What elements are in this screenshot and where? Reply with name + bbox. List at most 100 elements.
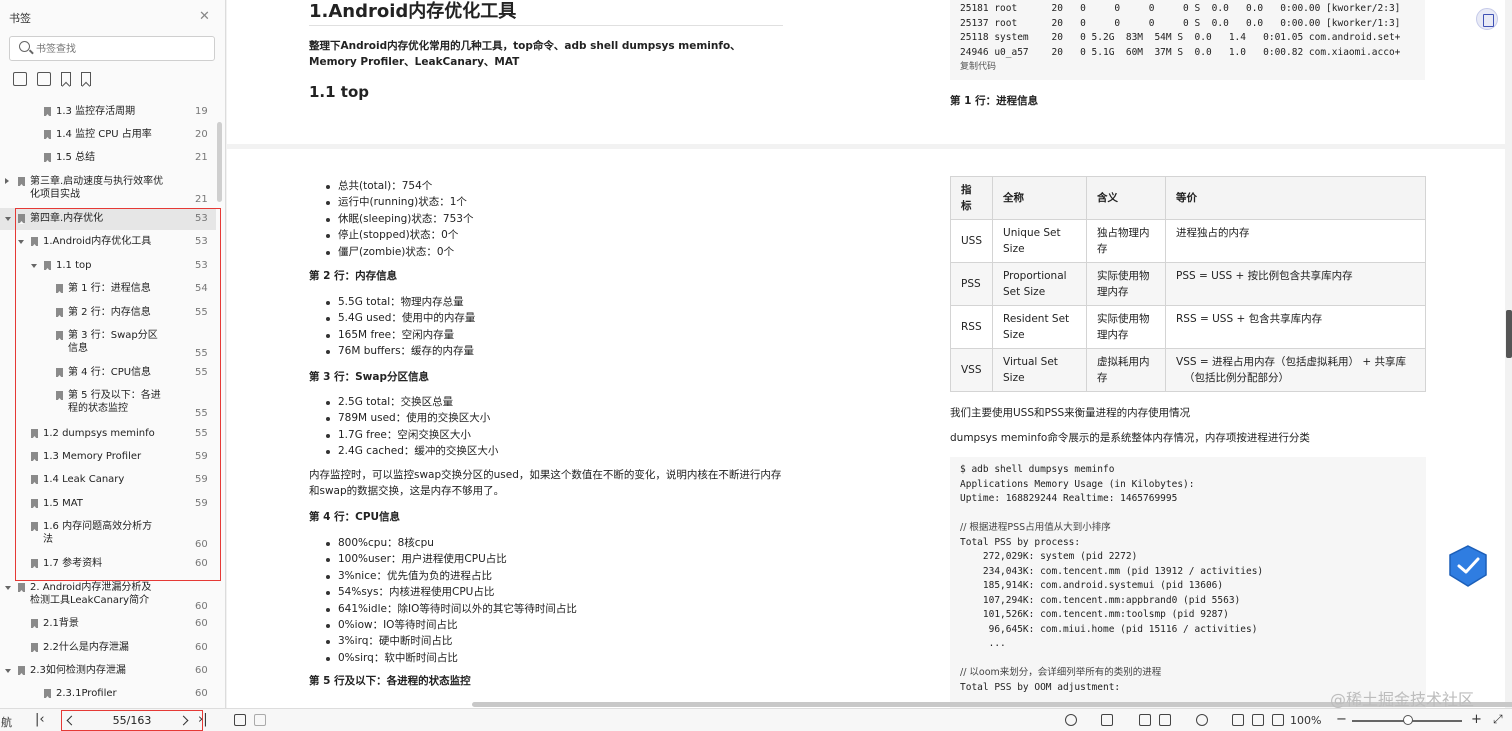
zoom-out-icon[interactable]: − bbox=[1336, 712, 1347, 727]
bookmark-icon bbox=[56, 368, 63, 377]
metric-cell: USS bbox=[949, 219, 994, 263]
play-icon[interactable] bbox=[1196, 714, 1208, 726]
sidebar-scrollbar[interactable] bbox=[217, 122, 222, 202]
row1-heading: 第 1 行：进程信息 bbox=[950, 95, 1039, 107]
toc-page-number: 55 bbox=[195, 428, 208, 439]
toc-page-number: 21 bbox=[195, 152, 208, 163]
bookmark-icon[interactable] bbox=[81, 72, 91, 86]
bookmark-icon bbox=[44, 130, 51, 139]
bookmark-search-input[interactable] bbox=[36, 40, 206, 58]
expand-arrow-icon[interactable] bbox=[5, 669, 11, 673]
list-item: 0%iow：IO等待时间占比 bbox=[324, 617, 577, 633]
list-item: 5.5G total：物理内存总量 bbox=[324, 294, 475, 310]
toc-label: 2.2什么是内存泄漏 bbox=[43, 642, 129, 653]
toc-label: 第 3 行：Swap分区 信息 bbox=[68, 330, 158, 354]
bookmark-icon bbox=[18, 214, 25, 223]
actual-size-icon[interactable] bbox=[1232, 714, 1244, 726]
bookmark-icon bbox=[56, 391, 63, 400]
toc-label: 1.6 内存问题高效分析方法 bbox=[43, 521, 153, 545]
toc-page-number: 53 bbox=[195, 236, 208, 247]
copy-code-link[interactable]: 复制代码 bbox=[960, 60, 1415, 75]
toc-label: 第 2 行：内存信息 bbox=[68, 307, 151, 318]
close-icon[interactable]: ✕ bbox=[199, 9, 210, 24]
status-bar: 航 |‹ ›| 100% − + ⤢ bbox=[0, 708, 1512, 731]
bookmark-search-box[interactable] bbox=[9, 36, 215, 61]
cpu-list: 800%cpu：8核cpu 100%user：用户进程使用CPU占比 3%nice：… bbox=[324, 535, 577, 666]
bookmark-icon bbox=[31, 559, 38, 568]
list-item: 641%idle：除IO等待时间以外的其它等待时间占比 bbox=[324, 601, 577, 617]
note-uss-pss: 我们主要使用USS和PSS来衡量进程的内存使用情况 bbox=[950, 407, 1191, 419]
meaning-cell: 虚拟耗用内存 bbox=[1086, 348, 1167, 392]
toc-page-number: 55 bbox=[195, 348, 208, 359]
toc-page-number: 20 bbox=[195, 129, 208, 140]
toc-label: 1.3 监控存活周期 bbox=[56, 106, 136, 117]
row5-heading: 第 5 行及以下：各进程的状态监控 bbox=[309, 675, 471, 687]
back-icon[interactable] bbox=[234, 714, 246, 726]
code-line: 107,294K: com.tencent.mm:appbrand0 (pid … bbox=[960, 594, 1241, 606]
zoom-slider-thumb[interactable] bbox=[1403, 715, 1413, 725]
bookmark-icon bbox=[18, 666, 25, 675]
metric-cell: RSS bbox=[949, 305, 994, 349]
two-page-icon[interactable] bbox=[1159, 714, 1171, 726]
expand-arrow-icon[interactable] bbox=[18, 240, 24, 244]
swap-note-line: 内存监控时，可以监控swap交换分区的used，如果这个数值在不断的变化，说明内… bbox=[309, 469, 782, 481]
toc-label: 1.7 参考资料 bbox=[43, 558, 103, 569]
expand-arrow-icon[interactable] bbox=[5, 217, 11, 221]
vertical-scrollbar[interactable] bbox=[1506, 310, 1512, 358]
toc-label: 2.3.1Profiler bbox=[56, 688, 117, 699]
collapse-arrow-icon[interactable] bbox=[5, 178, 9, 184]
toc-label: 1.4 监控 CPU 占用率 bbox=[56, 129, 152, 140]
toc-page-number: 60 bbox=[195, 539, 208, 550]
code-line: 234,043K: com.tencent.mm (pid 13912 / ac… bbox=[960, 565, 1264, 577]
table-header: 等价 bbox=[1165, 176, 1426, 220]
code-block-top[interactable]: 25181 root 20 0 0 0 0 S 0.0 0.0 0:00.00 … bbox=[950, 0, 1425, 80]
collapse-all-icon[interactable] bbox=[37, 72, 51, 86]
next-page-icon[interactable] bbox=[178, 715, 189, 726]
rotate-icon[interactable] bbox=[1272, 714, 1284, 726]
expand-arrow-icon[interactable] bbox=[5, 586, 11, 590]
toc-page-number: 53 bbox=[195, 213, 208, 224]
bookmark-icon bbox=[44, 153, 51, 162]
fit-page-icon[interactable] bbox=[1252, 714, 1264, 726]
document-icon[interactable] bbox=[1139, 714, 1151, 726]
equivalent-cell: RSS = USS + 包含共享库内存 bbox=[1165, 305, 1426, 349]
bookmark-icon bbox=[31, 452, 38, 461]
first-page-icon[interactable]: |‹ bbox=[35, 712, 45, 727]
toc-page-number: 21 bbox=[195, 194, 208, 205]
reader-mode-icon[interactable] bbox=[1476, 8, 1498, 30]
toc-page-number: 55 bbox=[195, 367, 208, 378]
search-icon bbox=[19, 41, 30, 52]
single-page-icon[interactable] bbox=[1101, 714, 1113, 726]
last-page-icon[interactable]: ›| bbox=[198, 712, 208, 727]
list-item: 5.4G used：使用中的内存量 bbox=[324, 310, 475, 326]
forward-icon[interactable] bbox=[254, 714, 266, 726]
status-left-label: 航 bbox=[1, 716, 12, 729]
code-line: 25137 root 20 0 0 0 0 S 0.0 0.0 0:00.00 … bbox=[960, 17, 1401, 29]
page-number-input[interactable] bbox=[84, 713, 180, 728]
sidebar-toolbar bbox=[13, 72, 91, 86]
fullscreen-icon[interactable]: ⤢ bbox=[1493, 712, 1503, 727]
bookmark-icon bbox=[44, 689, 51, 698]
assistant-shield-icon[interactable] bbox=[1447, 544, 1489, 588]
toc-page-number: 19 bbox=[195, 106, 208, 117]
list-item: 789M used：使用的交换区大小 bbox=[324, 410, 498, 426]
bookmark-icon bbox=[44, 261, 51, 270]
watermark-text: @稀土掘金技术社区 bbox=[1330, 690, 1475, 709]
expand-arrow-icon[interactable] bbox=[31, 264, 37, 268]
code-line: 25181 root 20 0 0 0 0 S 0.0 0.0 0:00.00 … bbox=[960, 3, 1401, 14]
bookmark-icon bbox=[18, 583, 25, 592]
zoom-in-icon[interactable]: + bbox=[1471, 712, 1482, 727]
prev-page-icon[interactable] bbox=[66, 715, 77, 726]
code-line: Uptime: 168829244 Realtime: 1465769995 bbox=[960, 493, 1178, 504]
toc-page-number: 60 bbox=[195, 642, 208, 653]
eye-icon[interactable] bbox=[1065, 714, 1077, 726]
list-item: 54%sys：内核进程使用CPU占比 bbox=[324, 584, 577, 600]
add-bookmark-icon[interactable] bbox=[61, 72, 71, 86]
list-item: 3%nice：优先值为负的进程占比 bbox=[324, 568, 577, 584]
toc-page-number: 55 bbox=[195, 408, 208, 419]
list-item: 总共(total)：754个 bbox=[324, 178, 473, 194]
zoom-level[interactable]: 100% bbox=[1290, 714, 1321, 727]
toc-page-number: 60 bbox=[195, 601, 208, 612]
code-block-meminfo[interactable]: $ adb shell dumpsys meminfo Applications … bbox=[950, 457, 1426, 708]
expand-all-icon[interactable] bbox=[13, 72, 27, 86]
